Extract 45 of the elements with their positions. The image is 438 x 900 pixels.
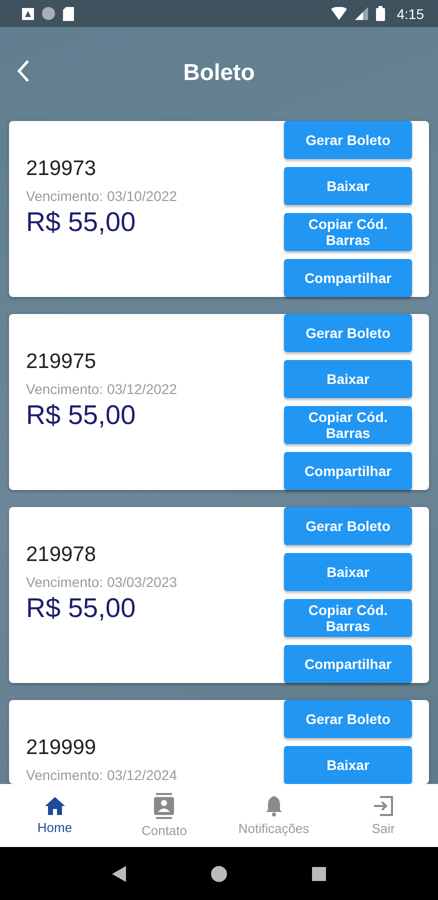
back-icon [16,59,30,83]
nav-tab[interactable]: Home [4,792,105,839]
action-button[interactable]: Baixar [284,746,412,784]
nav-tab[interactable]: Contato [114,789,214,842]
action-button[interactable]: Copiar Cód. Barras [284,406,412,444]
action-button[interactable]: Copiar Cód. Barras [284,213,412,251]
circle-icon [42,7,55,20]
battery-icon [376,6,385,21]
due-date: Vencimento: 03/12/2024 [26,767,178,783]
app-notification-icon [22,8,34,20]
contact-card-icon [153,793,176,819]
action-button[interactable]: Gerar Boleto [284,314,412,352]
due-date: Vencimento: 03/03/2023 [26,574,178,590]
amount: R$ 55,00 [26,207,137,238]
action-button[interactable]: Gerar Boleto [284,121,412,159]
action-button[interactable]: Compartilhar [284,645,412,683]
boleto-number: 219975 [26,350,98,374]
action-button[interactable]: Compartilhar [284,452,412,490]
recents-nav-icon[interactable] [312,866,326,880]
action-button[interactable]: Compartilhar [284,259,412,297]
exit-icon [372,795,394,817]
status-time: 4:15 [396,6,424,22]
signal-icon [354,7,368,20]
action-button[interactable]: Gerar Boleto [284,700,412,738]
action-button[interactable]: Baixar [284,553,412,591]
amount: R$ 55,00 [26,400,137,431]
boleto-number: 219999 [26,736,98,760]
action-button[interactable]: Baixar [284,167,412,205]
bell-icon [264,795,284,817]
wifi-icon [330,7,347,20]
due-date: Vencimento: 03/12/2022 [26,381,178,397]
action-button[interactable]: Gerar Boleto [284,507,412,545]
boleto-number: 219973 [26,157,98,181]
action-button[interactable]: Baixar [284,360,412,398]
due-date: Vencimento: 03/10/2022 [26,188,178,204]
back-nav-icon[interactable] [112,866,126,882]
nav-tab[interactable]: Notificações [224,791,324,840]
action-button[interactable]: Copiar Cód. Barras [284,599,412,637]
home-nav-icon[interactable] [210,866,227,882]
sd-card-icon [63,6,74,20]
nav-tab[interactable]: Sair [333,791,434,840]
home-icon [44,796,66,816]
boleto-number: 219978 [26,543,98,567]
amount: R$ 55,00 [26,593,137,624]
page-title: Boleto [183,59,255,86]
